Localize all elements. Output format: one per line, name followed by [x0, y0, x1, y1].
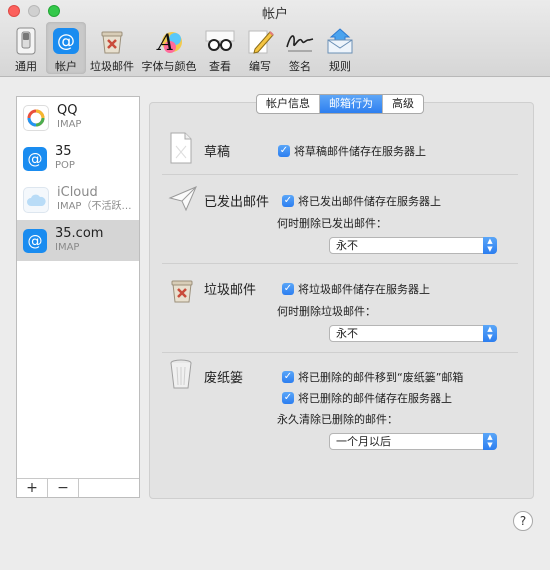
account-list: QQ IMAP @ 35 POP iCloud IMAP（不活跃… @ 35.c…: [16, 96, 140, 498]
tab-general-label: 通用: [15, 60, 37, 73]
preferences-window: 帐户 通用 @ 帐户 垃圾邮件 A 字体与颜色 查看 编写 签名 规则 QQ I…: [0, 0, 550, 570]
tab-composing-label: 编写: [249, 60, 271, 73]
store-drafts-checkbox[interactable]: ✓ 将草稿邮件储存在服务器上: [278, 143, 426, 159]
account-type: POP: [55, 160, 75, 171]
window-title: 帐户: [261, 7, 288, 22]
tab-mailbox-behavior[interactable]: 邮箱行为: [320, 95, 383, 113]
junk-trash-icon: [168, 276, 198, 310]
junk-section: 垃圾邮件 ✓ 将垃圾邮件储存在服务器上 何时删除垃圾邮件： 永不 ▲ ▼: [162, 268, 518, 348]
select-arrows-icon: ▲ ▼: [483, 237, 497, 254]
select-arrows-icon: ▲ ▼: [483, 433, 497, 450]
trash-title: 废纸篓: [204, 371, 244, 386]
divider: [162, 352, 518, 353]
tab-signatures[interactable]: 签名: [280, 22, 320, 74]
rules-envelope-icon: [325, 26, 355, 56]
delete-junk-select[interactable]: 永不 ▲ ▼: [329, 325, 497, 342]
tab-accounts-label: 帐户: [55, 60, 77, 73]
qq-account-icon: [23, 104, 49, 131]
account-row-35com[interactable]: @ 35.com IMAP: [17, 220, 139, 261]
erase-deleted-label: 永久清除已删除的邮件：: [277, 413, 398, 426]
trash-can-icon: [168, 358, 198, 392]
erase-deleted-select[interactable]: 一个月以后 ▲ ▼: [329, 433, 497, 450]
checkmark-icon: ✓: [282, 195, 294, 207]
account-row-35[interactable]: @ 35 POP: [17, 138, 139, 179]
fonts-colors-icon: A: [154, 26, 184, 56]
move-to-trash-label: 将已删除的邮件移到“废纸篓”邮箱: [298, 371, 464, 384]
svg-text:@: @: [57, 31, 75, 52]
store-deleted-checkbox[interactable]: ✓ 将已删除的邮件储存在服务器上: [282, 390, 452, 406]
tab-composing[interactable]: 编写: [240, 22, 280, 74]
move-to-trash-checkbox[interactable]: ✓ 将已删除的邮件移到“废纸篓”邮箱: [282, 369, 463, 385]
sent-title: 已发出邮件: [204, 195, 270, 210]
delete-sent-label: 何时删除已发出邮件：: [277, 217, 387, 230]
tab-advanced[interactable]: 高级: [383, 95, 423, 113]
account-name: 35: [55, 144, 72, 159]
glasses-icon: [205, 26, 235, 56]
help-button[interactable]: ?: [513, 511, 533, 531]
remove-account-button[interactable]: −: [48, 479, 79, 497]
at-account-icon: @: [23, 228, 47, 253]
drafts-section: 草稿 ✓ 将草稿邮件储存在服务器上: [162, 130, 518, 170]
checkmark-icon: ✓: [282, 392, 294, 404]
store-junk-checkbox[interactable]: ✓ 将垃圾邮件储存在服务器上: [282, 281, 430, 297]
checkmark-icon: ✓: [282, 283, 294, 295]
pencil-icon: [245, 26, 275, 56]
store-sent-label: 将已发出邮件储存在服务器上: [298, 195, 441, 208]
preferences-toolbar: 通用 @ 帐户 垃圾邮件 A 字体与颜色 查看 编写 签名 规则: [6, 22, 360, 74]
divider: [162, 263, 518, 264]
delete-sent-select[interactable]: 永不 ▲ ▼: [329, 237, 497, 254]
delete-junk-value: 永不: [336, 327, 358, 340]
tab-fonts-colors[interactable]: A 字体与颜色: [138, 22, 200, 74]
divider: [162, 174, 518, 175]
account-list-footer: + −: [17, 478, 139, 497]
erase-deleted-value: 一个月以后: [336, 435, 391, 448]
tab-junk[interactable]: 垃圾邮件: [86, 22, 138, 74]
at-account-icon: @: [23, 146, 47, 171]
tab-account-info[interactable]: 帐户信息: [257, 95, 320, 113]
checkmark-icon: ✓: [282, 371, 294, 383]
delete-sent-value: 永不: [336, 239, 358, 252]
account-name: QQ: [57, 103, 78, 118]
account-name: 35.com: [55, 226, 104, 241]
paper-plane-icon: [168, 184, 198, 218]
settings-tabs: 帐户信息 邮箱行为 高级: [256, 94, 424, 114]
signature-icon: [285, 26, 315, 56]
select-arrows-icon: ▲ ▼: [483, 325, 497, 342]
account-row-qq[interactable]: QQ IMAP: [17, 97, 139, 138]
account-row-icloud[interactable]: iCloud IMAP（不活跃…: [17, 179, 139, 220]
checkmark-icon: ✓: [278, 145, 290, 157]
tab-viewing[interactable]: 查看: [200, 22, 240, 74]
tab-accounts[interactable]: @ 帐户: [46, 22, 86, 74]
account-type: IMAP（不活跃…: [57, 201, 132, 212]
tab-fonts-colors-label: 字体与颜色: [141, 60, 197, 73]
tab-junk-label: 垃圾邮件: [90, 60, 134, 73]
title-bar: 帐户 通用 @ 帐户 垃圾邮件 A 字体与颜色 查看 编写 签名 规则: [0, 0, 550, 77]
general-switch-icon: [11, 26, 41, 56]
junk-trash-icon: [97, 26, 127, 56]
icloud-icon: [23, 186, 49, 213]
trash-section: 废纸篓 ✓ 将已删除的邮件移到“废纸篓”邮箱 ✓ 将已删除的邮件储存在服务器上 …: [162, 356, 518, 456]
account-name: iCloud: [57, 185, 98, 200]
store-deleted-label: 将已删除的邮件储存在服务器上: [298, 392, 452, 405]
tab-viewing-label: 查看: [209, 60, 231, 73]
tab-signatures-label: 签名: [289, 60, 311, 73]
at-sign-icon: @: [51, 26, 81, 56]
tab-general[interactable]: 通用: [6, 22, 46, 74]
add-account-button[interactable]: +: [17, 479, 48, 497]
store-sent-checkbox[interactable]: ✓ 将已发出邮件储存在服务器上: [282, 193, 441, 209]
sent-section: 已发出邮件 ✓ 将已发出邮件储存在服务器上 何时删除已发出邮件： 永不 ▲ ▼: [162, 180, 518, 260]
drafts-icon: [168, 132, 198, 166]
store-junk-label: 将垃圾邮件储存在服务器上: [298, 283, 430, 296]
delete-junk-label: 何时删除垃圾邮件：: [277, 305, 376, 318]
account-type: IMAP: [55, 242, 80, 253]
account-type: IMAP: [57, 119, 82, 130]
tab-rules-label: 规则: [329, 60, 351, 73]
store-drafts-label: 将草稿邮件储存在服务器上: [294, 145, 426, 158]
tab-rules[interactable]: 规则: [320, 22, 360, 74]
svg-text:A: A: [156, 31, 174, 55]
junk-title: 垃圾邮件: [204, 283, 257, 298]
drafts-title: 草稿: [204, 145, 231, 160]
